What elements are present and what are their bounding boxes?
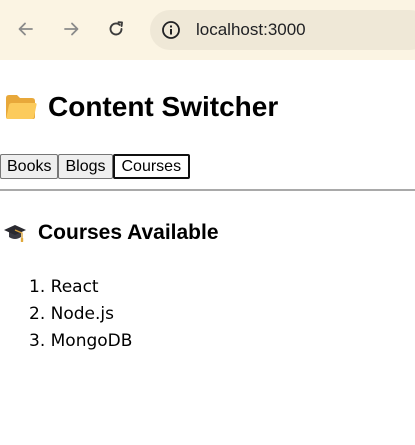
info-icon <box>162 21 180 39</box>
tab-blogs[interactable]: Blogs <box>58 154 113 179</box>
list-item-number: 3. <box>29 331 46 351</box>
graduation-cap-icon <box>4 225 26 242</box>
tab-books[interactable]: Books <box>0 154 59 179</box>
site-info-button[interactable] <box>160 19 182 41</box>
course-list: 1. React 2. Node.js 3. MongoDB <box>29 274 132 355</box>
list-item-text: Node.js <box>50 304 114 324</box>
section-title: Courses Available <box>3 219 219 247</box>
divider <box>0 189 415 191</box>
page-title: Content Switcher <box>5 88 278 126</box>
list-item-number: 2. <box>29 304 46 324</box>
list-item: 3. MongoDB <box>29 328 132 355</box>
forward-button[interactable] <box>59 17 83 41</box>
url-text[interactable]: localhost:3000 <box>196 18 306 42</box>
list-item-text: MongoDB <box>50 331 133 351</box>
folder-icon <box>6 95 37 119</box>
back-button[interactable] <box>14 17 38 41</box>
reload-icon <box>109 21 123 36</box>
list-item: 2. Node.js <box>29 301 132 328</box>
content-tabs: Books Blogs Courses <box>0 154 191 179</box>
section-title-text: Courses Available <box>38 221 219 244</box>
arrow-right-icon <box>64 22 79 36</box>
arrow-left-icon <box>18 22 33 36</box>
list-item: 1. React <box>29 274 132 301</box>
browser-toolbar: localhost:3000 <box>0 0 415 60</box>
reload-button[interactable] <box>104 17 128 41</box>
list-item-text: React <box>50 277 99 297</box>
list-item-number: 1. <box>29 277 46 297</box>
tab-courses[interactable]: Courses <box>112 154 191 179</box>
page-title-text: Content Switcher <box>48 91 279 122</box>
